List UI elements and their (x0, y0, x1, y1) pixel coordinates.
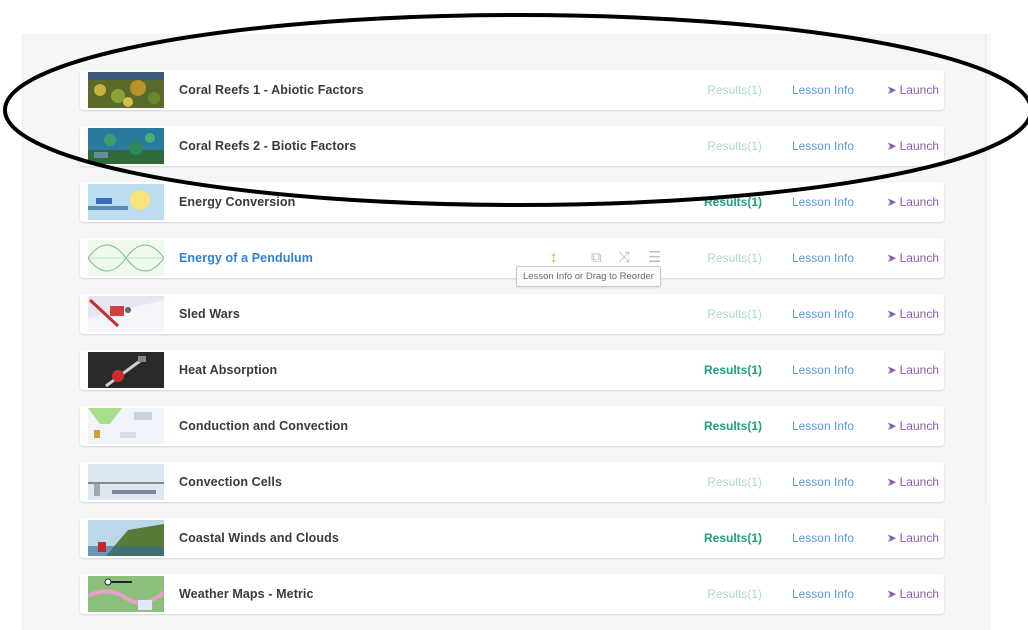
lesson-row[interactable]: Convection Cells Results(1) Lesson Info ➤ La… (80, 462, 944, 502)
lesson-row[interactable]: Energy Conversion Results(1) Lesson Info ➤ L… (80, 182, 944, 222)
lesson-title[interactable]: Coral Reefs 2 - Biotic Factors (179, 126, 356, 166)
lesson-info-link[interactable]: Lesson Info (792, 126, 854, 166)
lesson-thumbnail[interactable] (88, 72, 164, 108)
launch-button[interactable]: ➤ Launch (887, 462, 939, 502)
launch-button[interactable]: ➤ Launch (887, 182, 939, 222)
rocket-icon: ➤ (886, 195, 897, 209)
lesson-thumbnail[interactable] (88, 520, 164, 556)
lesson-row[interactable]: Energy of a Pendulum ↕ ⧉ ⤨ ☰ Results(1) Lesson… (80, 238, 944, 278)
lesson-thumbnail[interactable] (88, 184, 164, 220)
scroll-rail[interactable] (985, 34, 986, 504)
lesson-thumbnail[interactable] (88, 128, 164, 164)
lesson-thumbnail[interactable] (88, 408, 164, 444)
results-link[interactable]: Results(1) (707, 70, 762, 110)
launch-label: Launch (899, 475, 939, 489)
reorder-tooltip: Lesson Info or Drag to Reorder (516, 266, 661, 287)
launch-label: Launch (899, 251, 939, 265)
launch-button[interactable]: ➤ Launch (887, 350, 939, 390)
rocket-icon: ➤ (886, 363, 897, 377)
lesson-info-link[interactable]: Lesson Info (792, 294, 854, 334)
lesson-row[interactable]: Weather Maps - Metric Results(1) Lesson In… (80, 574, 944, 614)
lesson-title[interactable]: Coral Reefs 1 - Abiotic Factors (179, 70, 364, 110)
results-link[interactable]: Results(1) (704, 518, 762, 558)
launch-button[interactable]: ➤ Launch (887, 406, 939, 446)
lesson-title[interactable]: Conduction and Convection (179, 406, 348, 446)
lesson-row[interactable]: Heat Absorption Results(1) Lesson Info ➤ Lau… (80, 350, 944, 390)
rocket-icon: ➤ (886, 83, 897, 97)
rocket-icon: ➤ (886, 587, 897, 601)
rocket-icon: ➤ (886, 475, 897, 489)
lesson-info-link[interactable]: Lesson Info (792, 518, 854, 558)
lesson-title[interactable]: Coastal Winds and Clouds (179, 518, 339, 558)
lesson-thumbnail[interactable] (88, 352, 164, 388)
rocket-icon: ➤ (886, 139, 897, 153)
lesson-thumbnail[interactable] (88, 464, 164, 500)
lesson-info-link[interactable]: Lesson Info (792, 350, 854, 390)
results-link[interactable]: Results(1) (707, 574, 762, 614)
launch-label: Launch (899, 531, 939, 545)
launch-button[interactable]: ➤ Launch (887, 294, 939, 334)
results-link[interactable]: Results(1) (707, 462, 762, 502)
lesson-info-link[interactable]: Lesson Info (792, 70, 854, 110)
launch-label: Launch (899, 363, 939, 377)
launch-button[interactable]: ➤ Launch (887, 238, 939, 278)
lesson-title[interactable]: Sled Wars (179, 294, 240, 334)
lesson-row[interactable]: Coral Reefs 1 - Abiotic Factors Results(1… (80, 70, 944, 110)
lesson-thumbnail[interactable] (88, 296, 164, 332)
rocket-icon: ➤ (886, 419, 897, 433)
rocket-icon: ➤ (886, 307, 897, 321)
lesson-title[interactable]: Convection Cells (179, 462, 282, 502)
rocket-icon: ➤ (886, 531, 897, 545)
launch-label: Launch (899, 587, 939, 601)
launch-button[interactable]: ➤ Launch (887, 518, 939, 558)
results-link[interactable]: Results(1) (704, 350, 762, 390)
lesson-info-link[interactable]: Lesson Info (792, 406, 854, 446)
results-link[interactable]: Results(1) (707, 238, 762, 278)
lesson-info-link[interactable]: Lesson Info (792, 238, 854, 278)
launch-button[interactable]: ➤ Launch (887, 126, 939, 166)
lesson-row[interactable]: Coastal Winds and Clouds Results(1) Lesson… (80, 518, 944, 558)
launch-label: Launch (899, 307, 939, 321)
lesson-thumbnail[interactable] (88, 240, 164, 276)
launch-label: Launch (899, 195, 939, 209)
lesson-info-link[interactable]: Lesson Info (792, 574, 854, 614)
launch-label: Launch (899, 83, 939, 97)
lesson-title[interactable]: Energy Conversion (179, 182, 295, 222)
results-link[interactable]: Results(1) (707, 126, 762, 166)
rocket-icon: ➤ (886, 251, 897, 265)
lesson-title[interactable]: Energy of a Pendulum (179, 238, 313, 278)
results-link[interactable]: Results(1) (707, 294, 762, 334)
lesson-title[interactable]: Weather Maps - Metric (179, 574, 314, 614)
launch-label: Launch (899, 419, 939, 433)
results-link[interactable]: Results(1) (704, 406, 762, 446)
launch-button[interactable]: ➤ Launch (887, 70, 939, 110)
lesson-title[interactable]: Heat Absorption (179, 350, 277, 390)
launch-button[interactable]: ➤ Launch (887, 574, 939, 614)
lesson-row[interactable]: Sled Wars Results(1) Lesson Info ➤ Launch (80, 294, 944, 334)
lesson-row[interactable]: Coral Reefs 2 - Biotic Factors Results(1)… (80, 126, 944, 166)
lesson-thumbnail[interactable] (88, 576, 164, 612)
results-link[interactable]: Results(1) (704, 182, 762, 222)
lesson-info-link[interactable]: Lesson Info (792, 462, 854, 502)
lesson-row[interactable]: Conduction and Convection Results(1) Lesso… (80, 406, 944, 446)
lesson-info-link[interactable]: Lesson Info (792, 182, 854, 222)
launch-label: Launch (899, 139, 939, 153)
